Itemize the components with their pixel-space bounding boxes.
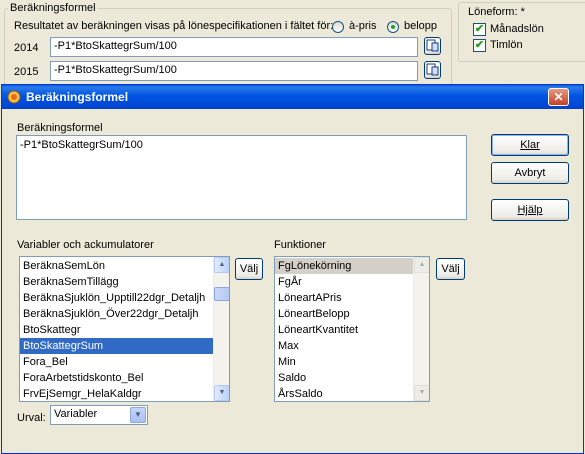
formula-field-2015[interactable]: -P1*BtoSkattegrSum/100 (50, 61, 418, 81)
scroll-thumb[interactable] (214, 287, 229, 301)
variable-list-item[interactable]: BeräknaSjuklön_Upptill22dgr_Detaljh (20, 290, 229, 306)
functions-choose-button[interactable]: Välj (436, 258, 465, 280)
function-list-item[interactable]: LöneartAPris (275, 290, 429, 306)
checkbox-timlon-label: Timlön (490, 39, 523, 51)
functions-items: FgLönekörning FgÅr LöneartAPris LöneartBelo… (275, 257, 429, 401)
variable-list-item[interactable]: BtoSkattegr (20, 322, 229, 338)
formula-group-title: Beräkningsformel (8, 2, 98, 14)
avbryt-button-label: Avbryt (514, 167, 546, 179)
formula-field-2014[interactable]: -P1*BtoSkattegrSum/100 (50, 37, 418, 57)
functions-choose-label: Välj (441, 263, 460, 275)
loneform-title: Löneform: * (468, 6, 525, 18)
variables-choose-label: Välj (239, 263, 259, 275)
edit-icon (426, 63, 439, 76)
variable-list-item[interactable]: BeräknaSemTillägg (20, 274, 229, 290)
urval-value: Variabler (54, 408, 98, 420)
function-list-item[interactable]: Max (275, 338, 429, 354)
function-list-item[interactable]: ÅrsSaldo (275, 386, 429, 401)
urval-label: Urval: (17, 412, 46, 424)
checkbox-manadslon[interactable]: ✔ (473, 23, 486, 36)
dialog-titlebar[interactable]: Beräkningsformel ✕ (2, 85, 583, 109)
function-list-item[interactable]: LöneartBelopp (275, 306, 429, 322)
function-list-item[interactable]: Min (275, 354, 429, 370)
scroll-down-icon[interactable]: ▼ (214, 385, 229, 401)
year-label-2014: 2014 (14, 42, 39, 54)
variable-list-item[interactable]: Fora_Bel (20, 354, 229, 370)
urval-select[interactable]: Variabler ▼ (50, 405, 148, 425)
variable-list-item[interactable]: BeräknaSemLön (20, 258, 229, 274)
variable-list-item[interactable]: BeräknaSjuklön_Över22dgr_Detaljh (20, 306, 229, 322)
hjalp-button[interactable]: Hjälp (491, 199, 569, 221)
functions-listbox[interactable]: FgLönekörning FgÅr LöneartAPris LöneartBelo… (274, 256, 430, 402)
result-label: Resultatet av beräkningen visas på lönes… (14, 20, 334, 32)
checkbox-manadslon-label: Månadslön (490, 23, 544, 35)
functions-scrollbar[interactable]: ▲ ▼ (413, 257, 429, 401)
function-list-item[interactable]: LöneartKvantitet (275, 322, 429, 338)
edit-icon (426, 39, 439, 52)
klar-button[interactable]: Klar (491, 134, 569, 156)
variables-choose-button[interactable]: Välj (235, 258, 263, 280)
avbryt-button[interactable]: Avbryt (491, 162, 569, 184)
dialog-title: Beräkningsformel (26, 90, 129, 104)
formula-dialog: Beräkningsformel ✕ Beräkningsformel -P1*… (1, 84, 584, 454)
functions-label: Funktioner (274, 239, 326, 251)
scroll-up-icon[interactable]: ▲ (414, 257, 429, 273)
variable-list-item[interactable]: BtoSkattegrSum (20, 338, 229, 354)
hjalp-button-label: Hjälp (517, 204, 543, 216)
variables-label: Variabler och ackumulatorer (17, 239, 154, 251)
formula-label: Beräkningsformel (17, 122, 103, 134)
variable-list-item[interactable]: ForaArbetstidskonto_Bel (20, 370, 229, 386)
close-button[interactable]: ✕ (548, 88, 569, 106)
klar-button-label: Klar (520, 139, 540, 151)
formula-textarea[interactable]: -P1*BtoSkattegrSum/100 (16, 135, 467, 220)
variables-items: BeräknaSemLön BeräknaSemTillägg BeräknaSju… (20, 257, 229, 401)
radio-apris-label: à-pris (349, 20, 377, 32)
function-list-item[interactable]: FgÅr (275, 274, 429, 290)
app-icon (7, 90, 21, 104)
function-list-item[interactable]: FgLönekörning (275, 258, 429, 274)
edit-formula-button-2014[interactable] (424, 37, 441, 55)
radio-belopp[interactable] (387, 21, 399, 33)
radio-belopp-label: belopp (404, 20, 438, 32)
edit-formula-button-2015[interactable] (424, 61, 441, 79)
variables-listbox[interactable]: BeräknaSemLön BeräknaSemTillägg BeräknaSju… (19, 256, 230, 402)
scroll-up-icon[interactable]: ▲ (214, 257, 229, 273)
radio-apris[interactable] (332, 21, 344, 33)
checkbox-timlon[interactable]: ✔ (473, 39, 486, 52)
scroll-down-icon[interactable]: ▼ (414, 385, 429, 401)
chevron-down-icon[interactable]: ▼ (130, 407, 146, 423)
variable-list-item[interactable]: FrvEjSemgr_HelaKaldgr (20, 386, 229, 401)
year-label-2015: 2015 (14, 66, 39, 78)
variables-scrollbar[interactable]: ▲ ▼ (213, 257, 229, 401)
function-list-item[interactable]: Saldo (275, 370, 429, 386)
close-icon: ✕ (553, 90, 564, 104)
